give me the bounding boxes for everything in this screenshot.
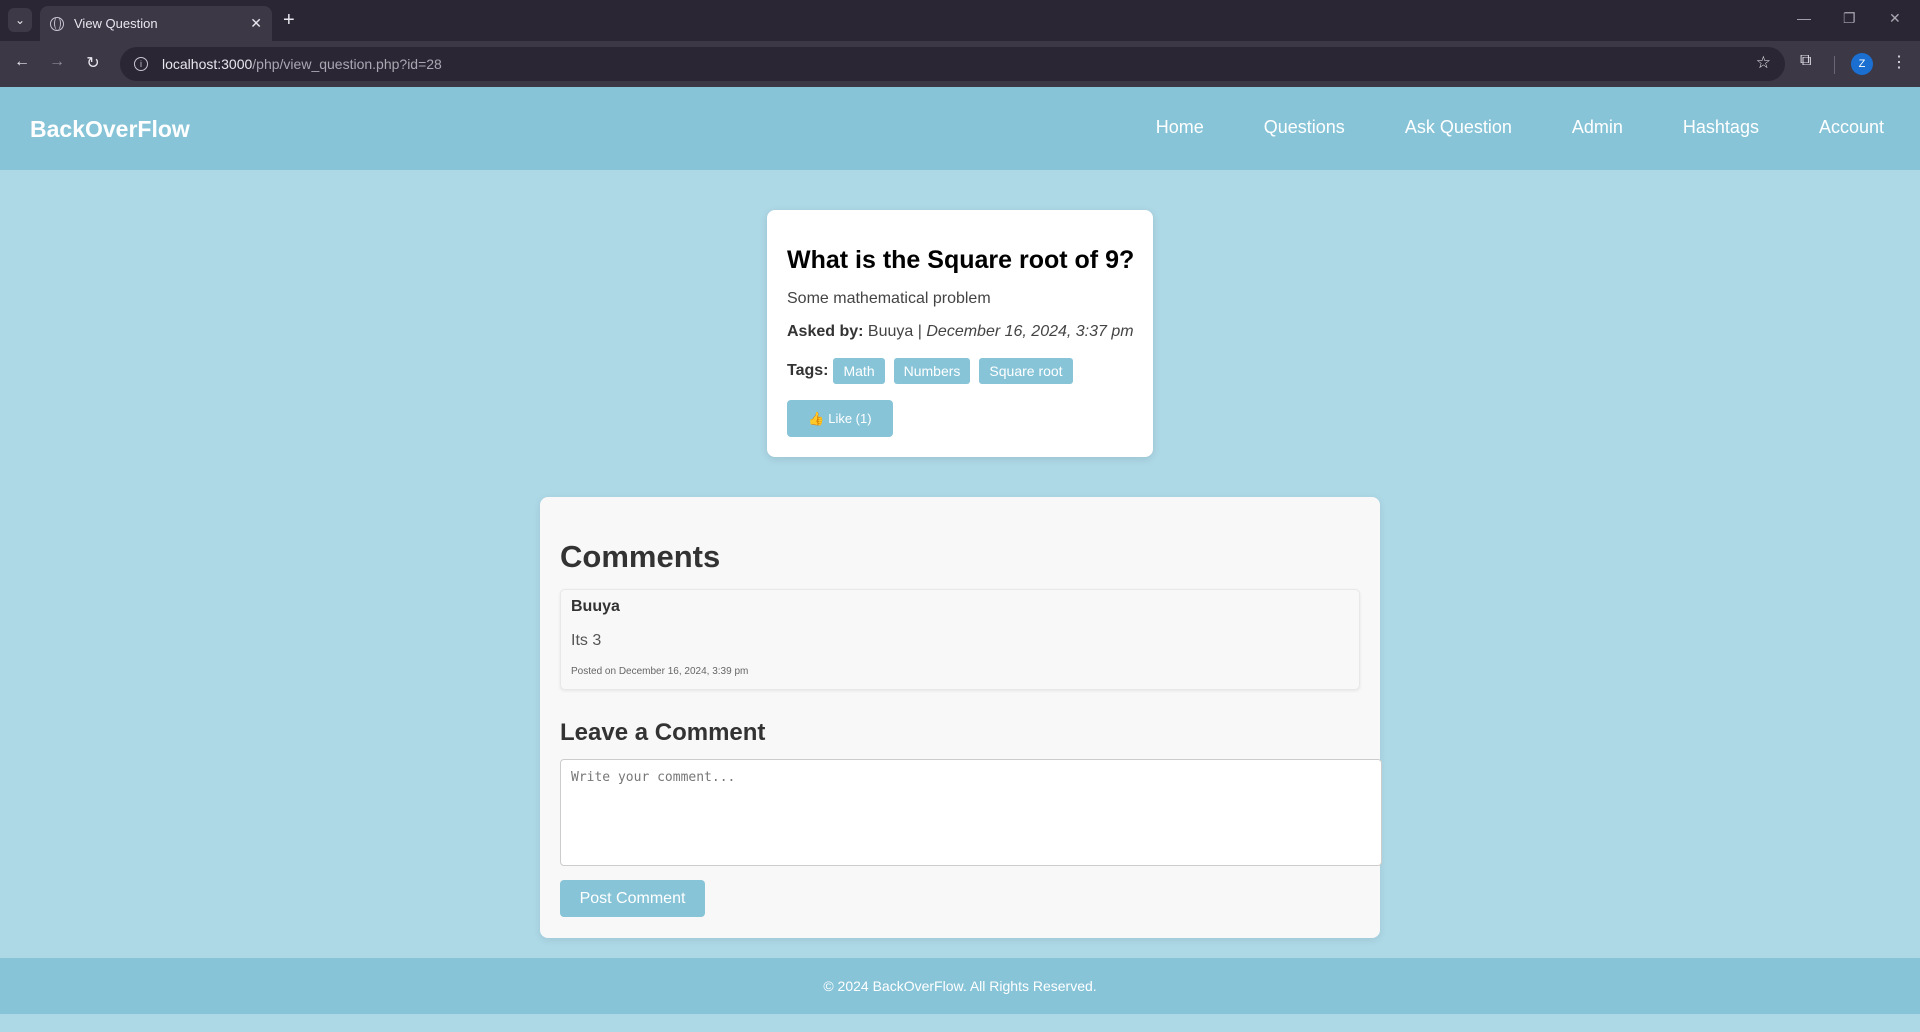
reload-icon[interactable]: ↻: [82, 53, 104, 73]
comments-section: Comments Buuya Its 3 Posted on December …: [540, 497, 1382, 938]
tags-label: Tags:: [787, 362, 829, 379]
question-author: Buuya: [867, 323, 914, 340]
browser-tab[interactable]: View Question ✕: [40, 6, 272, 41]
tab-search-icon[interactable]: ⌄: [8, 8, 32, 32]
nav-questions[interactable]: Questions: [1264, 117, 1345, 138]
comments-title: Comments: [560, 539, 721, 574]
nav-ask-question[interactable]: Ask Question: [1405, 117, 1512, 138]
site-footer: © 2024 BackOverFlow. All Rights Reserved…: [0, 958, 1920, 1014]
comment-item: Buuya Its 3 Posted on December 16, 2024,…: [560, 589, 1360, 690]
question-tags: Tags: Math Numbers Square root: [787, 358, 1082, 384]
browser-tab-bar: ⌄ View Question ✕ + — ❐ ✕: [0, 0, 1920, 41]
page-bottom: [0, 1014, 1920, 1032]
minimize-icon[interactable]: —: [1797, 10, 1811, 26]
question-body: Some mathematical problem: [787, 290, 991, 307]
site-info-icon[interactable]: i: [134, 57, 148, 71]
comment-textarea[interactable]: [560, 759, 1382, 866]
close-window-icon[interactable]: ✕: [1889, 10, 1901, 27]
tag-square-root[interactable]: Square root: [979, 358, 1073, 384]
restore-icon[interactable]: ❐: [1843, 10, 1856, 27]
browser-toolbar: ← → ↻ i localhost:3000/php/view_question…: [0, 41, 1920, 87]
extensions-icon[interactable]: ⧉: [1800, 52, 1811, 70]
toolbar-divider: [1834, 56, 1835, 74]
comment-text: Its 3: [571, 632, 602, 649]
bookmark-star-icon[interactable]: ☆: [1756, 53, 1771, 73]
profile-avatar[interactable]: Z: [1851, 53, 1873, 75]
new-tab-icon[interactable]: +: [283, 8, 295, 32]
address-bar[interactable]: i localhost:3000/php/view_question.php?i…: [120, 47, 1785, 81]
comment-author: Buuya: [571, 598, 620, 615]
tab-title: View Question: [74, 16, 158, 31]
site-logo[interactable]: BackOverFlow: [30, 116, 190, 143]
nav-home[interactable]: Home: [1156, 117, 1204, 138]
asked-by-label: Asked by:: [787, 323, 864, 340]
question-card: What is the Square root of 9? Some mathe…: [767, 210, 1153, 457]
nav-hashtags[interactable]: Hashtags: [1683, 117, 1759, 138]
forward-icon[interactable]: →: [46, 53, 68, 71]
main-nav: Home Questions Ask Question Admin Hashta…: [1096, 117, 1884, 138]
url-host: localhost:3000: [162, 56, 253, 72]
post-comment-button[interactable]: Post Comment: [560, 880, 705, 917]
url-path: /php/view_question.php?id=28: [252, 56, 442, 72]
nav-account[interactable]: Account: [1819, 117, 1884, 138]
nav-admin[interactable]: Admin: [1572, 117, 1623, 138]
close-tab-icon[interactable]: ✕: [250, 15, 262, 32]
globe-icon: [50, 16, 64, 31]
meta-separator: |: [917, 323, 922, 340]
question-title: What is the Square root of 9?: [787, 246, 1135, 274]
like-button[interactable]: 👍 Like (1): [787, 400, 893, 437]
url-text: localhost:3000/php/view_question.php?id=…: [162, 56, 442, 72]
question-date: December 16, 2024, 3:37 pm: [926, 323, 1134, 340]
footer-text: © 2024 BackOverFlow. All Rights Reserved…: [823, 978, 1097, 994]
comment-date: Posted on December 16, 2024, 3:39 pm: [571, 666, 749, 677]
leave-comment-title: Leave a Comment: [560, 719, 766, 746]
question-meta: Asked by: Buuya | December 16, 2024, 3:3…: [787, 323, 1134, 341]
browser-menu-icon[interactable]: ⋮: [1891, 52, 1907, 72]
back-icon[interactable]: ←: [11, 53, 33, 71]
tag-math[interactable]: Math: [833, 358, 885, 384]
site-header: BackOverFlow Home Questions Ask Question…: [0, 87, 1920, 170]
tag-numbers[interactable]: Numbers: [893, 358, 971, 384]
